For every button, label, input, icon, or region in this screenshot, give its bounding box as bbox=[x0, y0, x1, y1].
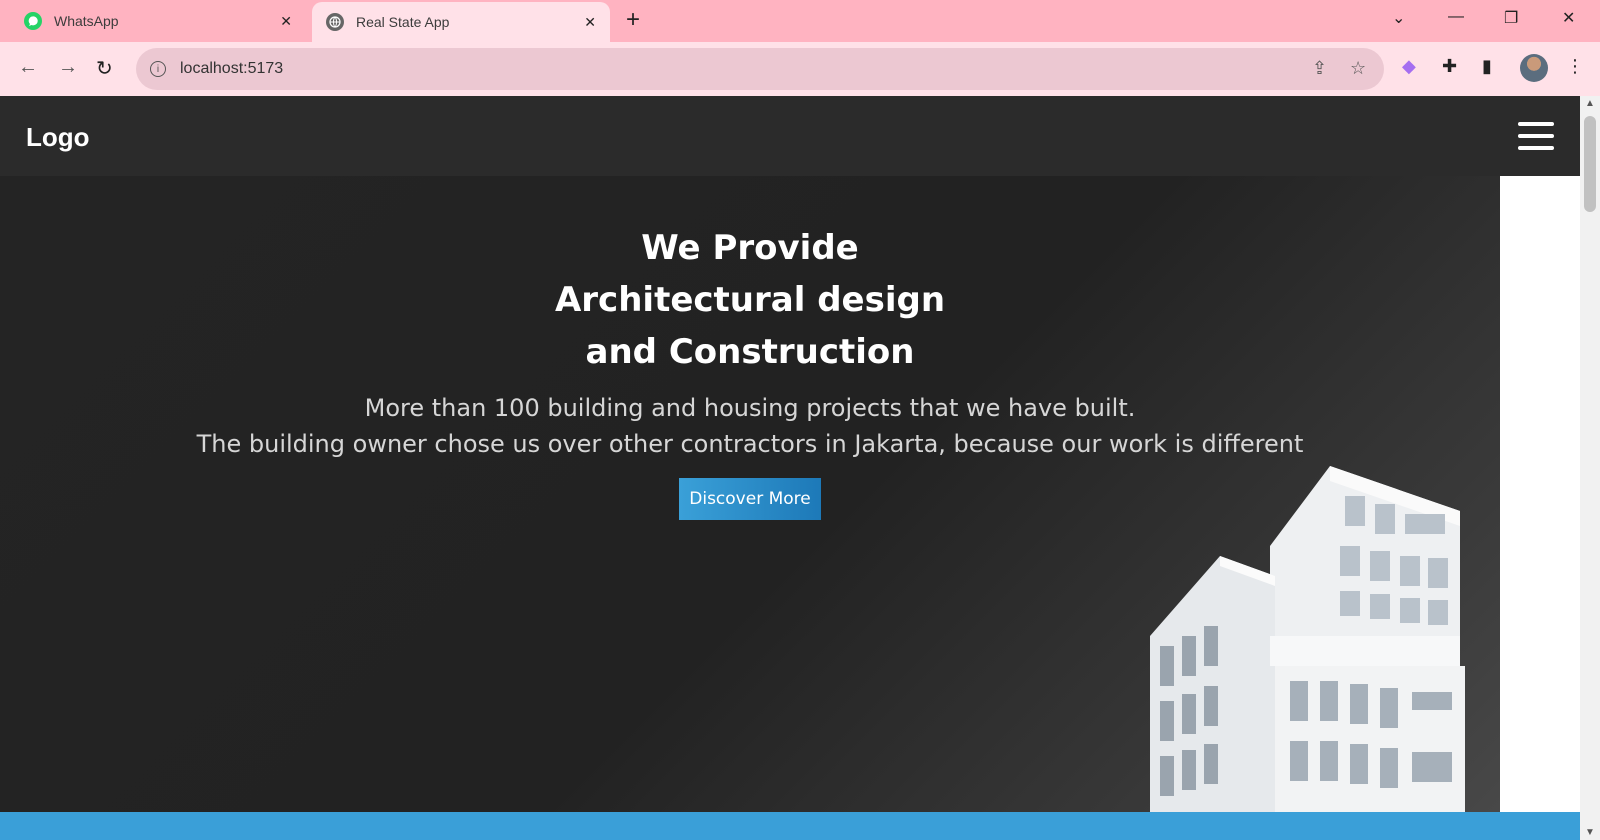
hero-title-line-1: We Provide bbox=[641, 228, 859, 268]
forward-icon[interactable]: → bbox=[58, 56, 78, 79]
discover-more-button[interactable]: Discover More bbox=[679, 478, 821, 520]
hamburger-menu-icon[interactable] bbox=[1518, 122, 1554, 150]
restore-icon[interactable]: ❐ bbox=[1504, 8, 1518, 28]
minimize-icon[interactable]: — bbox=[1448, 8, 1464, 26]
page-viewport: Logo We Provide Architectural design and… bbox=[0, 96, 1580, 840]
address-bar[interactable]: i localhost:5173 ⇪ ☆ bbox=[136, 48, 1384, 90]
page-scrollbar[interactable]: ▲ ▼ bbox=[1580, 96, 1600, 840]
profile-avatar[interactable] bbox=[1520, 54, 1548, 82]
bookmark-star-icon[interactable]: ☆ bbox=[1350, 58, 1366, 79]
hero-subtitle-line-2: The building owner chose us over other c… bbox=[196, 430, 1304, 458]
menu-kebab-icon[interactable]: ⋮ bbox=[1566, 56, 1584, 77]
hero-title-line-2: Architectural design bbox=[554, 280, 946, 320]
site-info-icon[interactable]: i bbox=[150, 61, 166, 77]
site-header: Logo bbox=[0, 96, 1580, 176]
reload-icon[interactable]: ↻ bbox=[96, 56, 113, 81]
side-panel-icon[interactable]: ▮ bbox=[1482, 56, 1492, 77]
bottom-accent-bar bbox=[0, 812, 1580, 840]
tab-whatsapp[interactable]: WhatsApp ✕ bbox=[10, 0, 306, 42]
new-tab-icon[interactable]: + bbox=[626, 8, 640, 32]
globe-icon bbox=[326, 13, 344, 31]
tab-search-chevron-icon[interactable]: ⌄ bbox=[1392, 8, 1405, 28]
extension-icon[interactable]: ◆ bbox=[1402, 56, 1416, 77]
scroll-down-arrow-icon[interactable]: ▼ bbox=[1585, 827, 1595, 838]
browser-tab-strip: WhatsApp ✕ Real State App ✕ + ⌄ — ❐ ✕ bbox=[0, 0, 1600, 42]
tab-title: WhatsApp bbox=[54, 13, 119, 29]
building-image bbox=[1150, 466, 1465, 812]
hero-section: We Provide Architectural design and Cons… bbox=[0, 176, 1500, 812]
address-url[interactable]: localhost:5173 bbox=[180, 60, 283, 78]
close-tab-icon[interactable]: ✕ bbox=[584, 14, 596, 31]
whatsapp-icon bbox=[24, 12, 42, 30]
extensions-puzzle-icon[interactable]: ✚ bbox=[1442, 56, 1457, 77]
close-window-icon[interactable]: ✕ bbox=[1562, 8, 1575, 28]
tab-real-state-app[interactable]: Real State App ✕ bbox=[312, 2, 610, 42]
browser-toolbar: ← → ↻ i localhost:5173 ⇪ ☆ ◆ ✚ ▮ ⋮ bbox=[0, 42, 1600, 96]
tab-title: Real State App bbox=[356, 14, 450, 30]
scrollbar-thumb[interactable] bbox=[1584, 116, 1596, 212]
back-icon[interactable]: ← bbox=[18, 56, 38, 79]
hero-title-line-3: and Construction bbox=[585, 332, 915, 372]
site-logo[interactable]: Logo bbox=[26, 122, 90, 153]
hero-subtitle-line-1: More than 100 building and housing proje… bbox=[364, 394, 1136, 422]
close-tab-icon[interactable]: ✕ bbox=[280, 13, 292, 30]
share-icon[interactable]: ⇪ bbox=[1312, 58, 1327, 79]
scroll-up-arrow-icon[interactable]: ▲ bbox=[1585, 98, 1595, 109]
